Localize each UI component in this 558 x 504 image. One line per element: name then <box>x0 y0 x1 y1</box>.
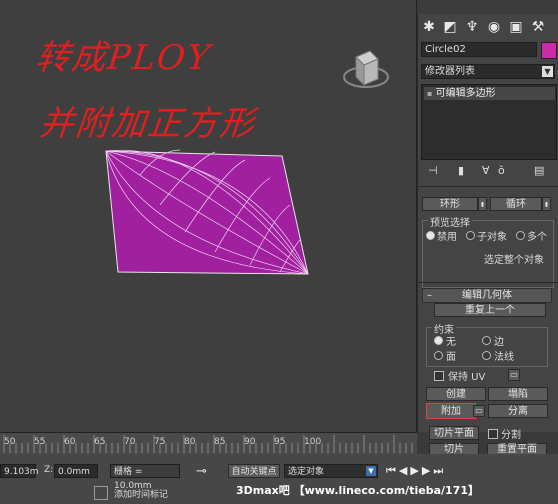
preview-subobject-label: 子对象 <box>477 232 507 243</box>
make-unique-icon[interactable]: ∀ <box>482 164 490 177</box>
watermark-text: 3Dmax吧 【www.lineco.com/tieba/171】 <box>236 484 479 497</box>
attach-button[interactable]: 附加 <box>426 403 476 419</box>
modifier-list-label: 修改器列表 <box>425 66 475 77</box>
perspective-viewport[interactable]: 转成PLOY 并附加正方形 <box>0 0 417 432</box>
timeline-tick-label: 75 <box>154 437 166 447</box>
preview-multi-label: 多个 <box>527 232 547 243</box>
remove-modifier-icon[interactable]: ŏ <box>498 164 505 177</box>
view-cube <box>343 50 389 88</box>
chevron-down-icon: ▼ <box>366 466 376 476</box>
show-end-result-icon[interactable]: ▮ <box>458 164 464 177</box>
selected-object-label: 选定对象 <box>288 467 325 477</box>
modify-tab-icon[interactable]: ◩ <box>441 18 459 36</box>
preserve-uv-label: 保持 UV <box>448 372 486 383</box>
object-name-field[interactable]: Circle02 <box>421 42 537 57</box>
timeline-tick-label: 65 <box>94 437 106 447</box>
x-coordinate-field[interactable]: 9.103m <box>0 464 39 478</box>
constraint-edge-radio[interactable] <box>482 336 491 345</box>
timeline-tick-label: 60 <box>64 437 76 447</box>
playback-controls: ⏮◀▶▶⏭ <box>386 464 446 478</box>
stack-item-label: 可编辑多边形 <box>435 88 496 99</box>
ring-button[interactable]: 环形 <box>422 197 478 211</box>
constraint-face-radio[interactable] <box>434 351 443 360</box>
constraint-face-label: 面 <box>446 352 456 363</box>
slice-plane-button[interactable]: 切片平面 <box>429 426 479 440</box>
go-to-end-icon[interactable]: ⏭ <box>433 464 446 477</box>
annotation-line-1: 转成PLOY <box>33 38 214 78</box>
collapse-button[interactable]: 塌陷 <box>488 387 548 401</box>
editable-poly-object <box>105 150 309 275</box>
timeline-tick-label: 100 <box>304 437 322 447</box>
timeline-tick-label: 80 <box>184 437 196 447</box>
stack-toolbar: ⊣ ▮ ∀ ŏ ▤ <box>422 164 554 180</box>
timeline-tick-label: 70 <box>124 437 136 447</box>
status-bar: 9.103m Z: 0.0mm 栅格 = 10.0mm ⊸ 自动关键点 选定对象… <box>0 454 558 504</box>
create-button[interactable]: 创建 <box>426 387 486 401</box>
repeat-last-button[interactable]: 重复上一个 <box>434 303 546 317</box>
panel-top-strip <box>417 0 558 14</box>
split-label: 分割 <box>501 430 521 441</box>
expand-icon: ▪ <box>427 89 433 98</box>
previous-frame-icon[interactable]: ◀ <box>399 464 410 477</box>
chevron-down-icon: ▼ <box>542 66 553 77</box>
constraint-normal-label: 法线 <box>494 352 514 363</box>
preserve-uv-settings-icon[interactable]: ▭ <box>508 369 520 381</box>
z-coordinate-field[interactable]: 0.0mm <box>54 464 98 478</box>
loop-button[interactable]: 循环 <box>490 197 542 211</box>
create-tab-icon[interactable]: ✱ <box>420 18 438 36</box>
timeline-tick-label: 50 <box>4 437 16 447</box>
next-frame-icon[interactable]: ▶ <box>422 464 433 477</box>
preserve-uv-checkbox[interactable] <box>434 371 444 381</box>
preview-subobject-radio[interactable] <box>466 231 475 240</box>
preview-off-label: 禁用 <box>437 232 457 243</box>
command-panel: ✱ ◩ ♆ ◉ ▣ ⚒ Circle02 修改器列表 ▼ ▪ 可编辑多边形 ⊣ … <box>417 14 558 432</box>
preview-multi-radio[interactable] <box>516 231 525 240</box>
preview-selection-title: 预览选择 <box>428 214 472 229</box>
attach-list-icon[interactable]: ▭ <box>473 405 485 417</box>
modifier-stack: ▪ 可编辑多边形 <box>421 84 557 160</box>
motion-tab-icon[interactable]: ◉ <box>485 18 503 36</box>
display-tab-icon[interactable]: ▣ <box>507 18 525 36</box>
configure-sets-icon[interactable]: ▤ <box>534 164 544 177</box>
constraint-edge-label: 边 <box>494 337 504 348</box>
annotation-line-2: 并附加正方形 <box>37 104 258 144</box>
collapse-icon: – <box>427 290 432 301</box>
preview-off-radio[interactable] <box>426 231 435 240</box>
modifier-list-dropdown[interactable]: 修改器列表 ▼ <box>421 64 555 79</box>
timeline-ticks-svg <box>3 435 413 453</box>
divider <box>418 282 558 283</box>
split-checkbox[interactable] <box>488 429 498 439</box>
grid-size-display: 栅格 = 10.0mm <box>110 464 180 491</box>
auto-key-button[interactable]: 自动关键点 <box>228 464 280 478</box>
loop-spinner[interactable]: ⬍ <box>542 197 551 211</box>
timeline-tick-label: 90 <box>244 437 256 447</box>
hierarchy-tab-icon[interactable]: ♆ <box>463 18 481 36</box>
constraint-none-label: 无 <box>446 337 456 348</box>
go-to-start-icon[interactable]: ⏮ <box>386 464 399 477</box>
pin-stack-icon[interactable]: ⊣ <box>428 164 438 177</box>
time-tag-icon[interactable] <box>94 486 108 500</box>
select-whole-object[interactable]: 选定整个对象 <box>484 251 544 266</box>
edit-geometry-title: 编辑几何体 <box>462 290 512 301</box>
object-color-swatch[interactable] <box>541 42 557 59</box>
timeline-tick-label: 95 <box>274 437 286 447</box>
stack-item-editable-poly[interactable]: ▪ 可编辑多边形 <box>424 87 555 100</box>
add-time-tag[interactable]: 添加时间标记 <box>114 487 168 500</box>
timeline-tick-label: 85 <box>214 437 226 447</box>
constraint-none-radio[interactable] <box>434 336 443 345</box>
timeline-tick-label: 55 <box>34 437 46 447</box>
utilities-tab-icon[interactable]: ⚒ <box>529 18 547 36</box>
z-label: Z: <box>44 465 54 475</box>
edit-geometry-rollout[interactable]: – 编辑几何体 <box>422 288 552 303</box>
constraint-normal-radio[interactable] <box>482 351 491 360</box>
selected-object-dropdown[interactable]: 选定对象 ▼ <box>284 464 378 478</box>
divider <box>418 186 558 187</box>
key-icon[interactable]: ⊸ <box>196 464 207 479</box>
play-icon[interactable]: ▶ <box>410 464 421 477</box>
detach-button[interactable]: 分离 <box>488 404 548 418</box>
timeline-trackbar[interactable]: 50 55 60 65 70 75 80 85 90 95 100 <box>0 432 417 455</box>
ring-spinner[interactable]: ⬍ <box>478 197 487 211</box>
